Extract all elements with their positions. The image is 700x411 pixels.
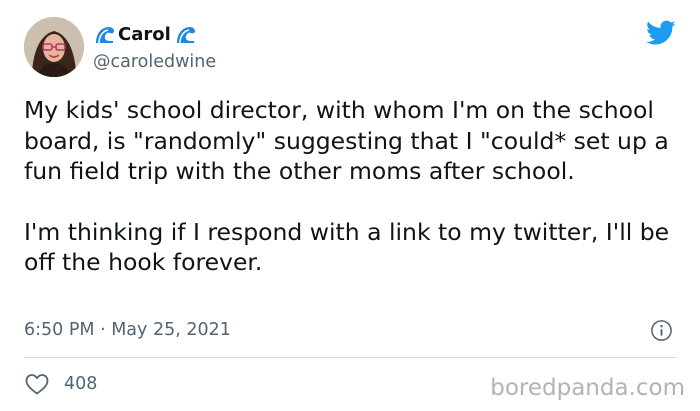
info-icon[interactable]	[650, 319, 673, 342]
tweet-text: My kids' school director, with whom I'm …	[24, 95, 684, 278]
twitter-logo-icon[interactable]	[646, 20, 676, 46]
avatar[interactable]	[24, 17, 84, 77]
wave-icon	[93, 24, 115, 46]
like-count: 408	[64, 374, 98, 394]
tweet-paragraph: I'm thinking if I respond with a link to…	[24, 217, 677, 277]
heart-icon[interactable]	[24, 372, 50, 396]
tweet-timestamp[interactable]: 6:50 PM · May 25, 2021	[24, 319, 231, 341]
tweet-paragraph: My kids' school director, with whom I'm …	[24, 96, 677, 185]
like-action[interactable]: 408	[24, 372, 97, 396]
watermark: boredpanda.com	[490, 375, 685, 401]
author-name-row[interactable]: Carol	[93, 22, 196, 48]
divider	[24, 357, 677, 358]
author-display-name[interactable]: Carol	[118, 24, 171, 46]
wave-icon	[174, 24, 196, 46]
author-handle[interactable]: @caroledwine	[93, 51, 216, 73]
